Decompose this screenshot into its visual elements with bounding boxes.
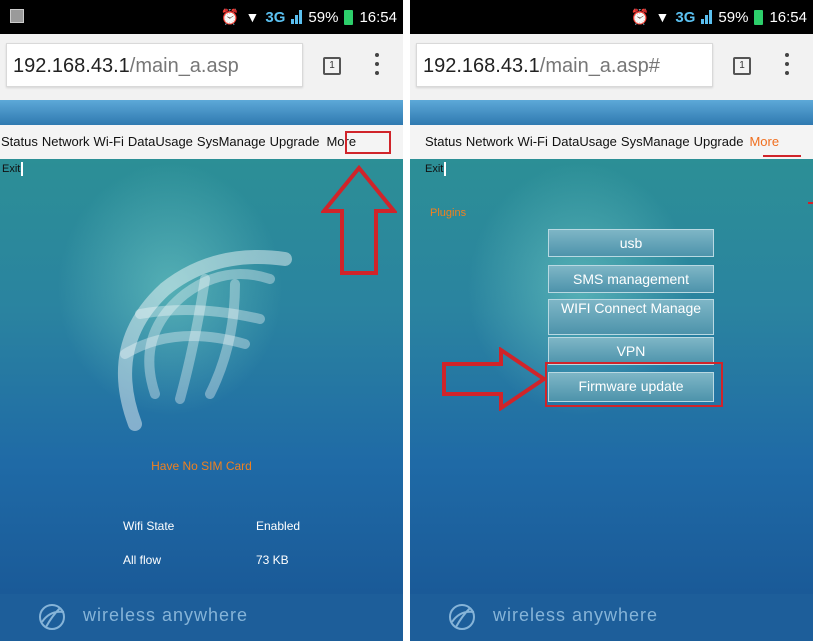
text-caret [21, 162, 24, 176]
clock: 16:54 [769, 8, 807, 26]
overflow-menu-icon[interactable] [372, 51, 382, 77]
up-arrow-annotation-icon [321, 165, 397, 275]
nav-wifi[interactable]: Wi-Fi [94, 134, 124, 149]
url-host: 192.168.43.1 [13, 55, 130, 77]
footer: wireless anywhere [410, 594, 813, 641]
battery-percent: 59% [718, 8, 749, 26]
plugin-usb-button[interactable]: usb [548, 229, 714, 257]
battery-percent: 59% [308, 8, 339, 26]
footer-tagline: wireless anywhere [83, 605, 249, 625]
url-path: /main_a.asp [129, 55, 239, 77]
footer: wireless anywhere [0, 594, 403, 641]
header-banner [0, 100, 403, 125]
browser-toolbar: 192.168.43.1/main_a.asp# 1 [410, 34, 813, 100]
status-bar: ⏰ ▼ 3G 59% 16:54 [410, 0, 813, 34]
nav-datausage[interactable]: DataUsage [552, 134, 617, 149]
alarm-icon: ⏰ [220, 9, 240, 26]
firmware-highlight-box [545, 362, 723, 407]
nav-status[interactable]: Status [1, 134, 38, 149]
annotation-mark [808, 202, 813, 204]
battery-icon [754, 9, 764, 25]
url-field[interactable]: 192.168.43.1/main_a.asp [6, 43, 303, 87]
overflow-menu-icon[interactable] [782, 51, 792, 77]
alarm-icon: ⏰ [630, 9, 650, 26]
more-underline [763, 155, 801, 157]
signal-icon [701, 10, 713, 24]
tab-switcher-icon[interactable]: 1 [323, 57, 341, 75]
main-nav: Status Network Wi-Fi DataUsage SysManage Upgr… [410, 125, 813, 159]
plugins-heading: Plugins [430, 207, 467, 219]
wifi-icon: ▼ [655, 9, 670, 25]
signal-icon [291, 10, 303, 24]
plugin-sms-button[interactable]: SMS management [548, 265, 714, 293]
left-phone-screen: ⏰ ▼ 3G 59% 16:54 192.168.43.1/main_a.asp… [0, 0, 403, 641]
nav-sysmanage[interactable]: SysManage [197, 134, 266, 149]
nav-sysmanage[interactable]: SysManage [621, 134, 690, 149]
header-banner [410, 100, 813, 125]
exit-label: Exit [2, 162, 21, 175]
sim-status: Have No SIM Card [151, 459, 252, 473]
main-panel: Exit Plugins usb SMS management WIFI Con… [410, 159, 813, 594]
network-type: 3G [265, 8, 286, 26]
nav-network[interactable]: Network [466, 134, 514, 149]
notification-icon [10, 9, 24, 27]
footer-logo-icon [449, 604, 475, 630]
all-flow-value: 73 KB [256, 553, 289, 567]
nav-upgrade[interactable]: Upgrade [270, 134, 320, 149]
nav-upgrade[interactable]: Upgrade [694, 134, 744, 149]
right-arrow-annotation-icon [442, 347, 547, 411]
footer-tagline: wireless anywhere [493, 605, 659, 625]
main-nav: Status Network Wi-Fi DataUsage SysManage Upgr… [0, 125, 403, 159]
nav-status[interactable]: Status [425, 134, 462, 149]
url-path: /main_a.asp# [539, 55, 660, 77]
exit-label: Exit [425, 162, 444, 175]
all-flow-label: All flow [123, 553, 162, 567]
exit-link[interactable]: Exit [2, 162, 24, 176]
status-bar: ⏰ ▼ 3G 59% 16:54 [0, 0, 403, 34]
wifi-icon: ▼ [245, 9, 260, 25]
wifi-state-value: Enabled [256, 519, 301, 533]
browser-toolbar: 192.168.43.1/main_a.asp 1 [0, 34, 403, 100]
nav-wifi[interactable]: Wi-Fi [518, 134, 548, 149]
right-phone-screen: ⏰ ▼ 3G 59% 16:54 192.168.43.1/main_a.asp… [410, 0, 813, 641]
clock: 16:54 [359, 8, 397, 26]
globe-logo-icon [118, 250, 292, 431]
nav-network[interactable]: Network [42, 134, 90, 149]
wifi-state-label: Wifi State [123, 519, 175, 533]
more-highlight-box [345, 131, 391, 154]
text-caret [444, 162, 447, 176]
battery-icon [344, 9, 354, 25]
tab-switcher-icon[interactable]: 1 [733, 57, 751, 75]
exit-link[interactable]: Exit [425, 162, 447, 176]
url-field[interactable]: 192.168.43.1/main_a.asp# [416, 43, 713, 87]
plugin-wifi-connect-button[interactable]: WIFI Connect Manage [548, 299, 714, 335]
plugin-vpn-button[interactable]: VPN [548, 337, 714, 365]
url-host: 192.168.43.1 [423, 55, 540, 77]
network-type: 3G [675, 8, 696, 26]
nav-more[interactable]: More [749, 134, 779, 149]
nav-datausage[interactable]: DataUsage [128, 134, 193, 149]
footer-logo-icon [39, 604, 65, 630]
